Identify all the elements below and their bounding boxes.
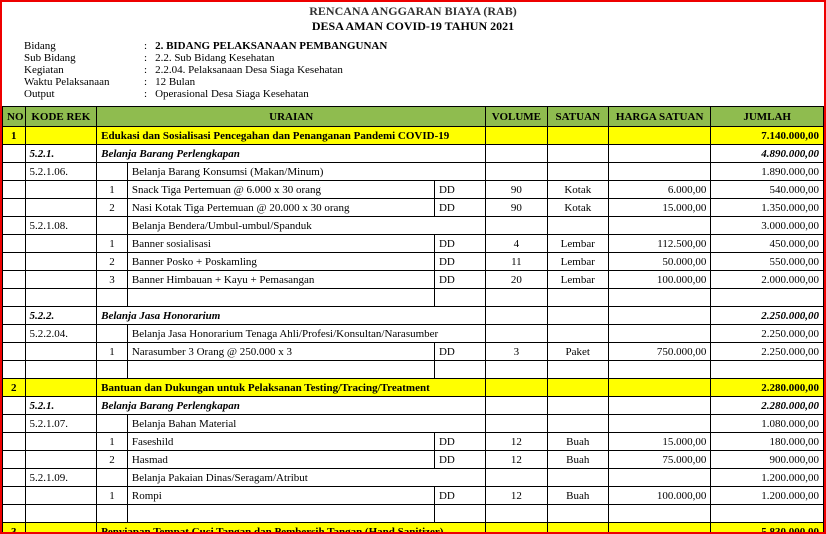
table-row	[3, 505, 824, 523]
table-row: 5.2.2.Belanja Jasa Honorarium2.250.000,0…	[3, 307, 824, 325]
output-label: Output	[20, 88, 140, 100]
table-header-row: NO KODE REK URAIAN VOLUME SATUAN HARGA S…	[3, 107, 824, 127]
col-no: NO	[3, 107, 26, 127]
table-row: 5.2.1.06.Belanja Barang Konsumsi (Makan/…	[3, 163, 824, 181]
meta-block: Bidang : 2. BIDANG PELAKSANAAN PEMBANGUN…	[2, 40, 824, 106]
table-row: 5.2.1.Belanja Barang Perlengkapan2.280.0…	[3, 397, 824, 415]
table-row: 1Narasumber 3 Orang @ 250.000 x 3DD3Pake…	[3, 343, 824, 361]
table-row: 5.2.1.08.Belanja Bendera/Umbul-umbul/Spa…	[3, 217, 824, 235]
bidang-value: 2. BIDANG PELAKSANAAN PEMBANGUNAN	[155, 40, 387, 52]
table-row: 5.2.1.09.Belanja Pakaian Dinas/Seragam/A…	[3, 469, 824, 487]
col-satuan: SATUAN	[547, 107, 608, 127]
table-row: 5.2.2.04.Belanja Jasa Honorarium Tenaga …	[3, 325, 824, 343]
table-row: 3Penyiapan Tempat Cuci Tangan dan Pember…	[3, 523, 824, 534]
subbidang-value: 2.2. Sub Bidang Kesehatan	[151, 52, 391, 64]
col-kode: KODE REK	[25, 107, 97, 127]
kegiatan-label: Kegiatan	[20, 64, 140, 76]
table-row	[3, 361, 824, 379]
table-row: 2HasmadDD12Buah75.000,00900.000,00	[3, 451, 824, 469]
title-line-1: RENCANA ANGGARAN BIAYA (RAB)	[2, 4, 824, 19]
waktu-value: 12 Bulan	[151, 76, 391, 88]
table-row	[3, 289, 824, 307]
document-title-block: RENCANA ANGGARAN BIAYA (RAB) DESA AMAN C…	[2, 2, 824, 40]
budget-table: NO KODE REK URAIAN VOLUME SATUAN HARGA S…	[2, 106, 824, 534]
table-row: 5.2.1.07.Belanja Bahan Material1.080.000…	[3, 415, 824, 433]
col-jumlah: JUMLAH	[711, 107, 824, 127]
kegiatan-value: 2.2.04. Pelaksanaan Desa Siaga Kesehatan	[151, 64, 391, 76]
col-volume: VOLUME	[486, 107, 547, 127]
output-value: Operasional Desa Siaga Kesehatan	[151, 88, 391, 100]
table-row: 1Banner sosialisasiDD4Lembar112.500,0045…	[3, 235, 824, 253]
table-row: 3Banner Himbauan + Kayu + PemasanganDD20…	[3, 271, 824, 289]
table-row: 2Bantuan dan Dukungan untuk Pelaksanan T…	[3, 379, 824, 397]
title-line-2: DESA AMAN COVID-19 TAHUN 2021	[2, 19, 824, 34]
table-row: 5.2.1.Belanja Barang Perlengkapan4.890.0…	[3, 145, 824, 163]
waktu-label: Waktu Pelaksanaan	[20, 76, 140, 88]
table-row: 2Banner Posko + PoskamlingDD11Lembar50.0…	[3, 253, 824, 271]
bidang-label: Bidang	[20, 40, 140, 52]
table-row: 2Nasi Kotak Tiga Pertemuan @ 20.000 x 30…	[3, 199, 824, 217]
col-harga: HARGA SATUAN	[608, 107, 710, 127]
table-row: 1FaseshildDD12Buah15.000,00180.000,00	[3, 433, 824, 451]
subbidang-label: Sub Bidang	[20, 52, 140, 64]
rab-document: RENCANA ANGGARAN BIAYA (RAB) DESA AMAN C…	[0, 0, 826, 534]
table-row: 1RompiDD12Buah100.000,001.200.000,00	[3, 487, 824, 505]
col-uraian: URAIAN	[97, 107, 486, 127]
table-row: 1Edukasi dan Sosialisasi Pencegahan dan …	[3, 127, 824, 145]
table-row: 1Snack Tiga Pertemuan @ 6.000 x 30 orang…	[3, 181, 824, 199]
